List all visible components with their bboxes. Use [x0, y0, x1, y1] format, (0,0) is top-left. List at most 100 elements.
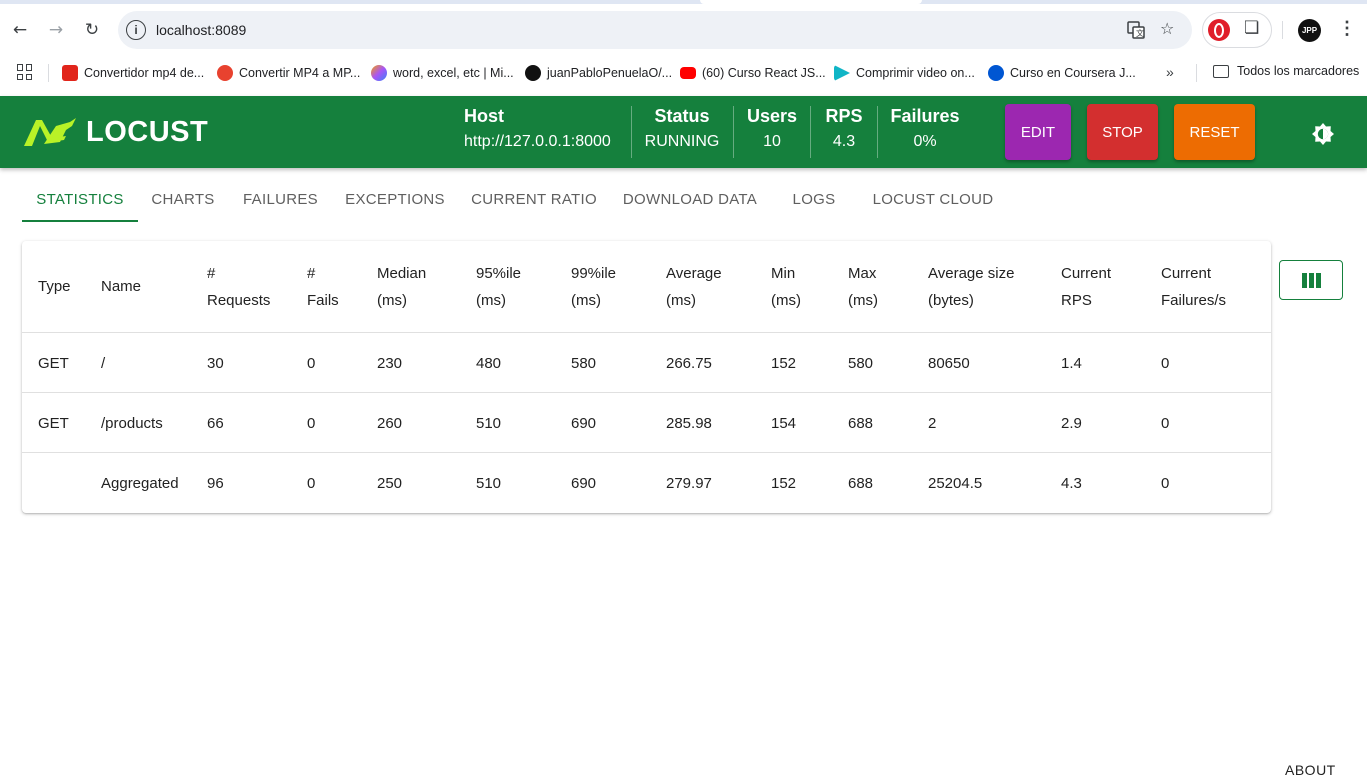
- table-cell: 0: [307, 474, 316, 492]
- table-cell: 152: [771, 354, 797, 372]
- failures-value: 0%: [913, 133, 937, 150]
- table-row-aggregated: Aggregated 96 0 250 510 690 279.97 152 6…: [22, 452, 1271, 512]
- column-header[interactable]: Max (ms): [848, 241, 878, 332]
- table-cell: 580: [571, 354, 597, 372]
- tab-failures[interactable]: FAILURES: [229, 176, 332, 222]
- table-cell: 0: [307, 414, 316, 432]
- table-cell: 0: [1161, 354, 1170, 372]
- column-header[interactable]: Current Failures/s: [1161, 241, 1226, 332]
- address-bar[interactable]: i localhost:8089: [118, 11, 1192, 49]
- reset-button[interactable]: RESET: [1174, 104, 1255, 160]
- theme-toggle-icon[interactable]: [1311, 122, 1335, 146]
- table-cell: 30: [207, 354, 224, 372]
- bookmark-item[interactable]: Convertir MP4 a MP...: [217, 64, 360, 82]
- bookmark-item[interactable]: (60) Curso React JS...: [680, 64, 826, 82]
- active-tab-indicator: [22, 220, 138, 222]
- tab-logs[interactable]: LOGS: [770, 176, 858, 222]
- table-cell: 688: [848, 474, 874, 492]
- tab-statistics[interactable]: STATISTICS: [22, 176, 138, 222]
- stop-button[interactable]: STOP: [1087, 104, 1158, 160]
- column-header[interactable]: Average size (bytes): [928, 241, 1014, 332]
- table-cell: 66: [207, 414, 224, 432]
- column-header[interactable]: Type: [38, 241, 71, 332]
- tab-download-data[interactable]: DOWNLOAD DATA: [610, 176, 770, 222]
- back-icon[interactable]: ←: [8, 18, 32, 42]
- more-bookmarks-icon[interactable]: »: [1166, 64, 1174, 80]
- bookmarks-separator: [48, 64, 49, 82]
- host-value: http://127.0.0.1:8000: [464, 133, 611, 150]
- tab-locust-cloud[interactable]: LOCUST CLOUD: [858, 176, 1008, 222]
- youtube-icon: [680, 67, 696, 79]
- users-stat: Users 10: [742, 106, 802, 151]
- locust-header: LOCUST Host http://127.0.0.1:8000 Status…: [0, 96, 1367, 168]
- locust-logo[interactable]: LOCUST: [22, 114, 208, 150]
- table-cell: 510: [476, 414, 502, 432]
- bookmark-favicon-icon: [62, 65, 78, 81]
- bookmark-item[interactable]: Curso en Coursera J...: [988, 64, 1136, 82]
- table-cell: 688: [848, 414, 874, 432]
- view-column-icon: [1301, 272, 1321, 288]
- url-text: localhost:8089: [156, 22, 247, 38]
- folder-icon: [1213, 64, 1229, 78]
- column-header[interactable]: Median (ms): [377, 241, 426, 332]
- bookmarks-separator: [1196, 64, 1197, 82]
- forward-icon[interactable]: →: [44, 18, 68, 42]
- table-cell: 230: [377, 354, 403, 372]
- reload-icon[interactable]: ↻: [80, 18, 104, 42]
- column-header[interactable]: Name: [101, 241, 141, 332]
- opera-extension-icon[interactable]: [1208, 19, 1230, 41]
- table-cell: 510: [476, 474, 502, 492]
- table-cell: 279.97: [666, 474, 712, 492]
- profile-avatar[interactable]: JPP: [1298, 19, 1321, 42]
- table-cell: /: [101, 354, 106, 372]
- table-cell: 690: [571, 474, 597, 492]
- tab-charts[interactable]: CHARTS: [138, 176, 228, 222]
- rps-value: 4.3: [832, 133, 856, 150]
- column-header[interactable]: Min (ms): [771, 241, 801, 332]
- bookmark-favicon-icon: [217, 65, 233, 81]
- column-header[interactable]: 99%ile (ms): [571, 241, 616, 332]
- select-columns-button[interactable]: [1279, 260, 1343, 300]
- tab-current-ratio[interactable]: CURRENT RATIO: [458, 176, 610, 222]
- apps-grid-icon[interactable]: [17, 64, 33, 80]
- about-link[interactable]: ABOUT: [1285, 762, 1336, 778]
- table-cell: 80650: [928, 354, 970, 372]
- table-cell: /products: [101, 414, 163, 432]
- table-cell: 1.4: [1061, 354, 1082, 372]
- header-divider: [877, 106, 878, 158]
- column-header[interactable]: # Fails: [307, 241, 339, 332]
- bookmark-item[interactable]: Comprimir video on...: [834, 64, 975, 82]
- table-row: GET / 30 0 230 480 580 266.75 152 580 80…: [22, 332, 1271, 392]
- column-header[interactable]: 95%ile (ms): [476, 241, 521, 332]
- coursera-icon: [988, 65, 1004, 81]
- bookmark-star-icon[interactable]: ☆: [1160, 19, 1174, 38]
- table-cell: 480: [476, 354, 502, 372]
- table-cell: Aggregated: [101, 474, 179, 492]
- column-header[interactable]: Current RPS: [1061, 241, 1111, 332]
- table-cell: 0: [307, 354, 316, 372]
- status-value: RUNNING: [644, 133, 720, 150]
- table-cell: 0: [1161, 474, 1170, 492]
- table-cell: 25204.5: [928, 474, 983, 492]
- bookmark-item[interactable]: Convertidor mp4 de...: [62, 64, 204, 82]
- failures-label: Failures: [890, 106, 960, 126]
- table-cell: 250: [377, 474, 403, 492]
- edit-button[interactable]: EDIT: [1005, 104, 1071, 160]
- bookmark-item[interactable]: juanPabloPenuelaO/...: [525, 64, 672, 82]
- rps-label: RPS: [825, 106, 863, 126]
- github-icon: [525, 65, 541, 81]
- users-value: 10: [763, 133, 781, 150]
- column-header[interactable]: # Requests: [207, 241, 270, 332]
- table-cell: GET: [38, 414, 69, 432]
- browser-menu-icon[interactable]: ⋮: [1338, 18, 1356, 39]
- all-bookmarks-folder[interactable]: Todos los marcadores: [1213, 64, 1359, 78]
- site-info-icon[interactable]: i: [126, 20, 146, 40]
- tab-exceptions[interactable]: EXCEPTIONS: [332, 176, 458, 222]
- translate-icon[interactable]: 文: [1127, 21, 1145, 43]
- column-header[interactable]: Average (ms): [666, 241, 722, 332]
- svg-text:文: 文: [1136, 28, 1144, 38]
- extensions-puzzle-icon[interactable]: ❏: [1244, 18, 1259, 38]
- bookmark-item[interactable]: word, excel, etc | Mi...: [371, 64, 514, 82]
- rps-stat: RPS 4.3: [819, 106, 869, 151]
- table-cell: 4.3: [1061, 474, 1082, 492]
